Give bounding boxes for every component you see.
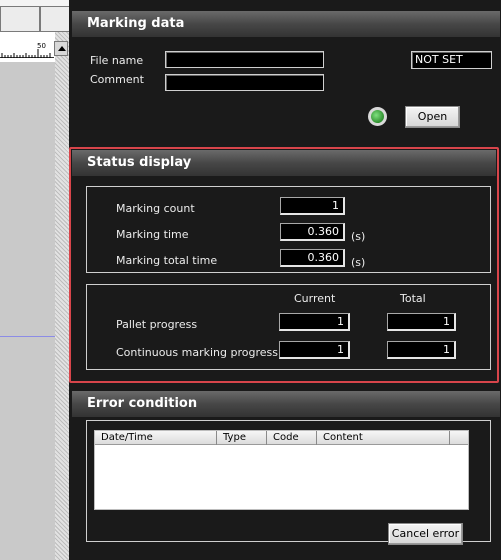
file-name-field[interactable] bbox=[165, 51, 324, 68]
column-content[interactable]: Content bbox=[317, 431, 450, 445]
marking-count-label: Marking count bbox=[116, 202, 195, 215]
left-tab-strip bbox=[0, 0, 70, 32]
error-table[interactable]: Date/Time Type Code Content bbox=[94, 430, 469, 510]
pallet-progress-current: 1 bbox=[279, 313, 350, 331]
guide-line bbox=[0, 336, 55, 337]
comment-field[interactable] bbox=[165, 74, 324, 91]
comment-label: Comment bbox=[90, 73, 144, 86]
ruler-label: 50 bbox=[37, 42, 46, 50]
open-button[interactable]: Open bbox=[405, 106, 460, 128]
continuous-progress-label: Continuous marking progress bbox=[116, 346, 278, 359]
error-condition-header: Error condition bbox=[72, 391, 500, 417]
cancel-error-button[interactable]: Cancel error bbox=[388, 523, 463, 545]
continuous-progress-total: 1 bbox=[387, 341, 456, 359]
column-code[interactable]: Code bbox=[267, 431, 317, 445]
left-tab[interactable] bbox=[40, 6, 70, 32]
marking-total-time-value: 0.360 bbox=[280, 249, 345, 267]
status-display-header: Status display bbox=[72, 150, 496, 176]
column-type[interactable]: Type bbox=[217, 431, 267, 445]
column-total-label: Total bbox=[400, 292, 426, 305]
error-table-header: Date/Time Type Code Content bbox=[95, 431, 468, 445]
marking-total-time-label: Marking total time bbox=[116, 254, 218, 267]
pallet-progress-total: 1 bbox=[387, 313, 456, 331]
left-view-canvas bbox=[0, 62, 55, 560]
file-name-label: File name bbox=[90, 54, 144, 67]
column-spacer bbox=[450, 431, 470, 445]
marking-total-time-unit: (s) bbox=[351, 256, 366, 269]
left-tab[interactable] bbox=[0, 6, 40, 32]
marking-data-header: Marking data bbox=[72, 11, 500, 37]
left-splitter[interactable] bbox=[55, 0, 69, 560]
marking-time-unit: (s) bbox=[351, 230, 366, 243]
column-date-time[interactable]: Date/Time bbox=[95, 431, 217, 445]
marking-status-box: NOT SET bbox=[411, 51, 492, 69]
marking-time-label: Marking time bbox=[116, 228, 189, 241]
column-current-label: Current bbox=[294, 292, 336, 305]
pallet-progress-label: Pallet progress bbox=[116, 318, 198, 331]
scroll-up-arrow-icon[interactable] bbox=[54, 41, 68, 56]
status-indicator-icon bbox=[368, 107, 387, 126]
marking-count-value: 1 bbox=[280, 197, 345, 215]
main-panel: Marking data File name Comment NOT SET O… bbox=[69, 0, 501, 560]
marking-time-value: 0.360 bbox=[280, 223, 345, 241]
continuous-progress-current: 1 bbox=[279, 341, 350, 359]
